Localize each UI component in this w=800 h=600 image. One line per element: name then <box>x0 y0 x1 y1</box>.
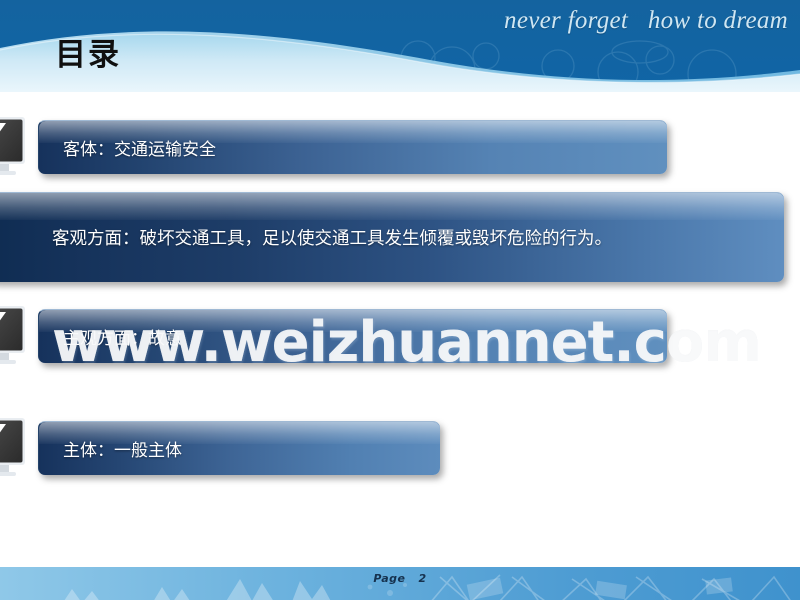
toc-bar-2[interactable]: 客观方面：破坏交通工具，足以使交通工具发生倾覆或毁坏危险的行为。 <box>0 192 784 282</box>
toc-label-3: 主观方面：故意 <box>63 329 182 349</box>
toc-bar-3[interactable]: 主观方面：故意 <box>38 309 667 363</box>
monitor-arrow-icon <box>0 117 25 175</box>
toc-label-4: 主体：一般主体 <box>63 441 182 461</box>
slide-footer: Page 2 <box>0 563 800 600</box>
toc-bar-4[interactable]: 主体：一般主体 <box>38 421 440 475</box>
monitor-arrow-icon <box>0 306 25 364</box>
header-tagline: never forget how to dream <box>504 7 788 34</box>
page-number-label: Page 2 <box>373 572 427 585</box>
monitor-arrow-icon <box>0 418 25 476</box>
toc-bar-1[interactable]: 客体：交通运输安全 <box>38 120 667 174</box>
content-area: 客体：交通运输安全 客观方面：破坏交通工具，足以使交通工具发生倾覆或毁坏危险的行… <box>0 92 800 555</box>
slide-canvas: never forget how to dream 目录 客体：交通运输安全 客… <box>0 0 800 600</box>
toc-label-1: 客体：交通运输安全 <box>63 140 216 160</box>
slide-header: never forget how to dream 目录 <box>0 0 800 92</box>
page-title: 目录 <box>55 37 121 73</box>
bar-gloss <box>0 193 784 220</box>
toc-label-2: 客观方面：破坏交通工具，足以使交通工具发生倾覆或毁坏危险的行为。 <box>52 229 612 249</box>
